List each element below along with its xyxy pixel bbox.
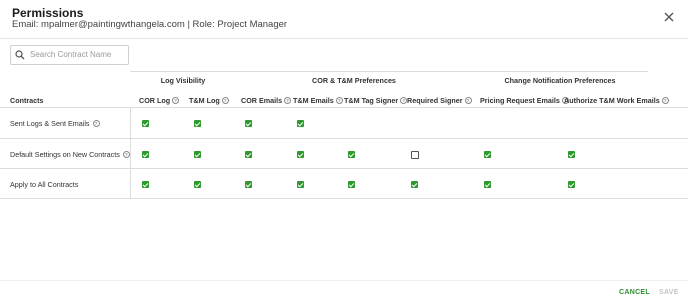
cancel-button[interactable]: CANCEL [619, 289, 650, 296]
search-input[interactable] [30, 47, 122, 62]
permission-checkbox[interactable] [297, 120, 304, 127]
column-header-tm-emails: T&M Emails ? [293, 96, 343, 105]
info-icon[interactable]: ? [172, 97, 180, 104]
permission-checkbox[interactable] [348, 151, 355, 158]
permission-checkbox[interactable] [484, 181, 491, 188]
row-label-sent-logs: Sent Logs & Sent Emails ? [10, 119, 100, 128]
permission-checkbox[interactable] [348, 181, 355, 188]
dialog-header: Permissions Email: mpalmer@paintingwthan… [0, 0, 688, 39]
search-icon [15, 50, 25, 60]
row-label-text: Sent Logs & Sent Emails [10, 119, 90, 128]
column-header-cor-log: COR Log ? [139, 96, 180, 105]
permission-checkbox[interactable] [568, 181, 575, 188]
column-header-label: Required Signer [407, 96, 463, 105]
permission-checkbox[interactable] [142, 181, 149, 188]
info-icon[interactable]: ? [221, 97, 229, 104]
info-icon[interactable]: ? [284, 97, 292, 104]
permission-checkbox[interactable] [194, 181, 201, 188]
column-header-pricing-request-emails: Pricing Request Emails ? [480, 96, 569, 105]
row-divider [0, 198, 688, 199]
permission-checkbox[interactable] [245, 181, 252, 188]
dialog-title: Permissions [12, 6, 84, 20]
permission-checkbox[interactable] [194, 151, 201, 158]
permission-checkbox[interactable] [297, 181, 304, 188]
column-header-tm-tag-signer: T&M Tag Signer ? [344, 96, 408, 105]
group-top-line [130, 71, 648, 72]
permission-checkbox[interactable] [411, 181, 418, 188]
row-label-default-settings: Default Settings on New Contracts ? [10, 150, 130, 159]
permission-checkbox[interactable] [142, 120, 149, 127]
group-log-visibility: Log Visibility [160, 76, 206, 85]
permission-checkbox[interactable] [297, 151, 304, 158]
row-label-apply-all: Apply to All Contracts [10, 180, 78, 189]
column-header-label: COR Emails [241, 96, 283, 105]
row-divider [0, 138, 688, 139]
permission-checkbox[interactable] [568, 151, 575, 158]
group-change-notification-preferences: Change Notification Preferences [504, 76, 616, 85]
column-header-label: Authorize T&M Work Emails [564, 96, 660, 105]
close-icon[interactable] [662, 10, 676, 24]
column-header-label: Pricing Request Emails [480, 96, 560, 105]
info-icon[interactable]: ? [464, 97, 472, 104]
column-header-label: T&M Tag Signer [344, 96, 399, 105]
row-label-text: Default Settings on New Contracts [10, 150, 120, 159]
permission-checkbox[interactable] [194, 120, 201, 127]
info-icon[interactable]: ? [335, 97, 343, 104]
row-divider [0, 168, 688, 169]
column-header-tm-log: T&M Log ? [189, 96, 229, 105]
search-box[interactable] [10, 45, 129, 65]
info-icon[interactable]: ? [661, 97, 669, 104]
column-header-label: T&M Emails [293, 96, 334, 105]
save-button[interactable]: SAVE [659, 289, 679, 296]
column-header-contracts: Contracts [10, 96, 44, 105]
permission-checkbox[interactable] [245, 151, 252, 158]
permission-checkbox[interactable] [142, 151, 149, 158]
group-cor-tm-preferences: COR & T&M Preferences [312, 76, 396, 85]
info-icon[interactable]: ? [122, 151, 130, 158]
contracts-column-divider [130, 107, 131, 199]
header-bottom-line [0, 107, 688, 108]
column-header-authorize-tm-work-emails: Authorize T&M Work Emails ? [564, 96, 669, 105]
permission-checkbox[interactable] [411, 151, 419, 159]
column-header-cor-emails: COR Emails ? [241, 96, 292, 105]
permission-checkbox[interactable] [484, 151, 491, 158]
footer-divider [0, 280, 688, 281]
column-header-label: T&M Log [189, 96, 220, 105]
dialog-subtitle: Email: mpalmer@paintingwthangela.com | R… [12, 19, 288, 30]
info-icon[interactable]: ? [92, 120, 100, 127]
permission-checkbox[interactable] [245, 120, 252, 127]
column-header-label: COR Log [139, 96, 171, 105]
column-header-required-signer: Required Signer ? [407, 96, 472, 105]
row-label-text: Apply to All Contracts [10, 180, 79, 189]
